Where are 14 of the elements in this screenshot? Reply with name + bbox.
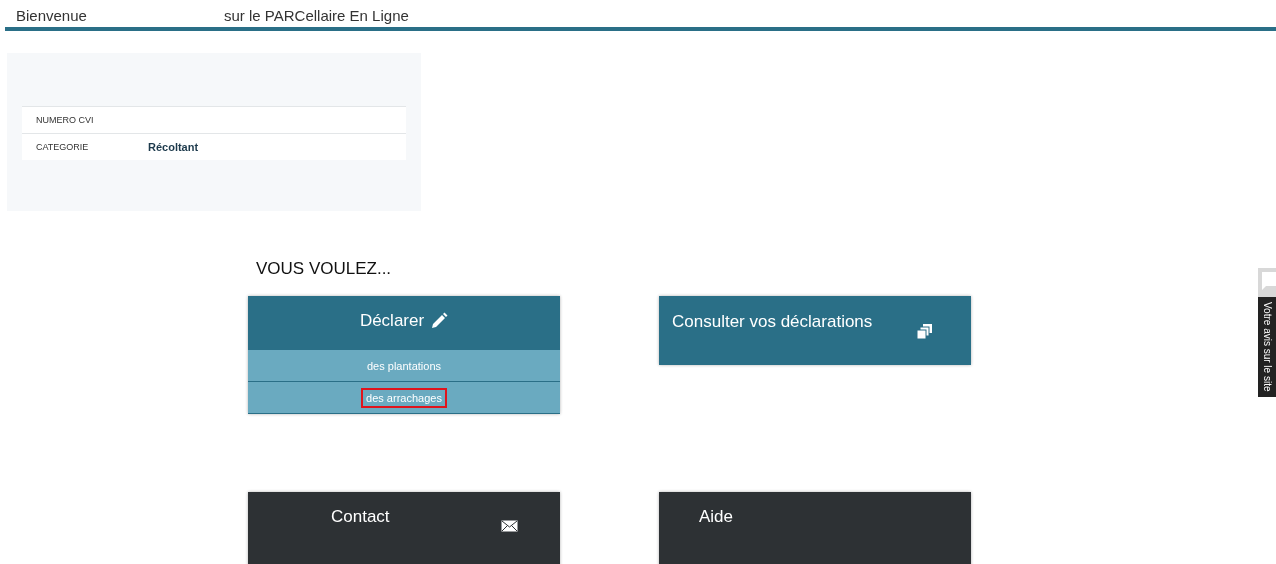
site-title: sur le PARCellaire En Ligne: [224, 7, 409, 26]
field-label: CATEGORIE: [36, 142, 90, 152]
section-heading: VOUS VOULEZ...: [256, 259, 393, 279]
feedback-tab[interactable]: Votre avis sur le site: [1258, 297, 1276, 397]
help-card[interactable]: Aide: [659, 492, 971, 564]
declare-button[interactable]: Déclarer: [248, 296, 560, 349]
envelope-icon: [501, 520, 518, 532]
copy-icon: [917, 324, 932, 339]
contact-card[interactable]: Contact: [248, 492, 560, 564]
consult-card[interactable]: Consulter vos déclarations: [659, 296, 971, 365]
pencil-icon: [430, 311, 449, 330]
field-label: NUMERO CVI: [36, 115, 95, 125]
welcome-text: Bienvenue: [16, 7, 88, 26]
field-value: Récoltant: [148, 141, 199, 153]
